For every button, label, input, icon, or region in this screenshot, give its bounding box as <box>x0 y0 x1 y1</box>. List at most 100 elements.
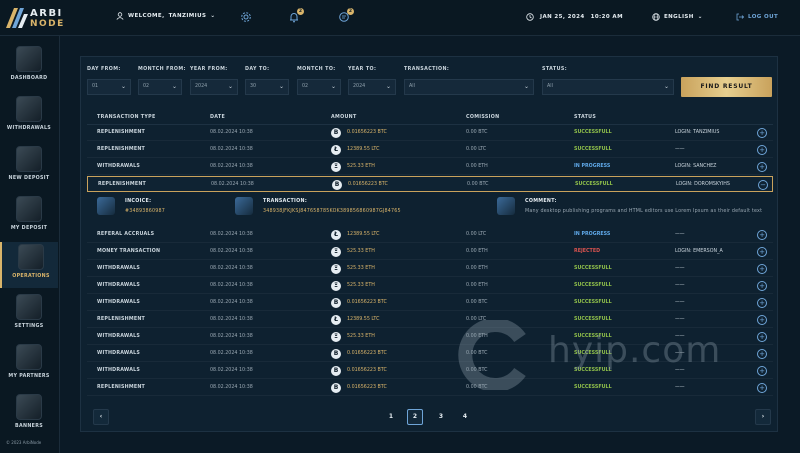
transaction-commission: 0.00 LTC <box>466 147 487 152</box>
status-badge: SUCCESSFULL <box>574 283 612 288</box>
table-row[interactable]: WITHDRAWALS 08.02.2024 10:38 B 0.01656223 B… <box>87 295 773 311</box>
sidebar-item-label: WITHDRAWALS <box>6 126 52 131</box>
transaction-type: REPLENISHMENT <box>97 317 146 322</box>
page-button-1[interactable]: 1 <box>383 409 399 425</box>
year-from-value: 2024 <box>195 84 208 89</box>
collapse-row-button[interactable]: − <box>758 180 768 190</box>
status-badge: IN PROGRESS <box>574 164 611 169</box>
sidebar-item-label: OPERATIONS <box>12 274 50 279</box>
my-deposit-icon <box>16 196 42 222</box>
day-to-select[interactable]: 30 ⌄ <box>245 79 289 95</box>
invoice-value: #34893860987 <box>125 209 165 214</box>
coin-icon: B <box>332 180 342 190</box>
table-row[interactable]: MONEY TRANSACTION 08.02.2024 10:38 Ξ 525.33… <box>87 244 773 260</box>
expand-row-button[interactable]: + <box>757 162 767 172</box>
expand-row-button[interactable]: + <box>757 128 767 138</box>
table-row[interactable]: REPLENISHMENT 08.02.2024 10:38 Ł 12389.55 L… <box>87 142 773 158</box>
invoice-icon <box>97 197 115 215</box>
sidebar-item-operations[interactable]: OPERATIONS <box>0 242 58 288</box>
month-to-select[interactable]: 02 ⌄ <box>297 79 341 95</box>
table-row[interactable]: WITHDRAWALS 08.02.2024 10:38 Ξ 525.33 ETH 0.… <box>87 159 773 175</box>
comment-label: COMMENT: <box>525 199 557 204</box>
new-deposit-icon <box>16 146 42 172</box>
transaction-amount: 525.33 ETH <box>347 266 375 271</box>
header-date: DATE <box>210 115 226 120</box>
sidebar-item-banners[interactable]: BANNERS <box>0 392 58 438</box>
notifications-button[interactable]: 2 <box>288 8 304 23</box>
expand-row-button[interactable]: + <box>757 281 767 291</box>
status-filter-select[interactable]: All ⌄ <box>542 79 674 95</box>
transaction-type: REPLENISHMENT <box>98 182 147 187</box>
page-button-4[interactable]: 4 <box>457 409 473 425</box>
username: TANZIMIUS <box>168 13 207 19</box>
transaction-date: 08.02.2024 10:38 <box>210 283 253 288</box>
filter-bar: DAY FROM: 01 ⌄ MONTCH FROM: 02 ⌄ YEAR FR… <box>87 67 777 97</box>
expand-row-button[interactable]: + <box>757 264 767 274</box>
coin-icon: Ł <box>331 315 341 325</box>
sidebar-item-new-deposit[interactable]: NEW DEPOSIT <box>0 144 58 190</box>
transaction-commission: 0.00 ETH <box>466 164 488 169</box>
transaction-date: 08.02.2024 10:38 <box>210 164 253 169</box>
language-selector[interactable]: ENGLISH ⌄ <box>652 13 703 21</box>
chevron-down-icon: ⌄ <box>663 83 669 90</box>
month-from-select[interactable]: 02 ⌄ <box>138 79 182 95</box>
transaction-detail: INCOICE: #34893860987 TRANSACTION: 34893… <box>87 193 773 227</box>
table-row[interactable]: WITHDRAWALS 08.02.2024 10:38 Ξ 525.33 ETH 0.… <box>87 261 773 277</box>
settings-gear-button[interactable] <box>240 11 252 23</box>
day-from-select[interactable]: 01 ⌄ <box>87 79 131 95</box>
year-to-select[interactable]: 2024 ⌄ <box>348 79 396 95</box>
expand-row-button[interactable]: + <box>757 298 767 308</box>
sidebar-item-label: NEW DEPOSIT <box>8 176 50 181</box>
status-badge: SUCCESSFULL <box>574 130 612 135</box>
user-menu[interactable]: WELCOME, TANZIMIUS ⌄ <box>116 12 215 20</box>
transaction-login: —— <box>675 147 685 152</box>
table-row[interactable]: REFERAL ACCRUALS 08.02.2024 10:38 Ł 12389.5… <box>87 227 773 243</box>
header-commission: COMISSION <box>466 115 500 120</box>
sidebar-item-label: BANNERS <box>15 424 43 429</box>
invoice-label: INCOICE: <box>125 199 152 204</box>
find-result-button[interactable]: FIND RESULT <box>681 77 772 97</box>
expand-row-button[interactable]: + <box>757 145 767 155</box>
table-row[interactable]: REPLENISHMENT 08.02.2024 10:38 B 0.01656223… <box>87 176 773 192</box>
month-to-label: MONTCH TO: <box>297 67 336 72</box>
logout-button[interactable]: LOG OUT <box>736 13 778 21</box>
copyright: © 2023 ArbiNode <box>6 440 42 445</box>
next-page-button[interactable]: › <box>755 409 771 425</box>
transaction-date: 08.02.2024 10:38 <box>210 351 253 356</box>
transaction-filter-value: All <box>409 84 415 89</box>
table-header: TRANSACTION TYPE DATE AMOUNT COMISSION S… <box>87 113 773 125</box>
prev-page-button[interactable]: ‹ <box>93 409 109 425</box>
pagination: ‹ 1 2 3 4 › <box>87 409 773 425</box>
header-amount: AMOUNT <box>331 115 357 120</box>
sidebar-item-my-partners[interactable]: MY PARTNERS <box>0 342 58 388</box>
year-from-select[interactable]: 2024 ⌄ <box>190 79 238 95</box>
banners-icon <box>16 394 42 420</box>
logo[interactable]: ARBI NODE <box>6 6 66 32</box>
table-row[interactable]: REPLENISHMENT 08.02.2024 10:38 B 0.01656223… <box>87 125 773 141</box>
table-row[interactable]: WITHDRAWALS 08.02.2024 10:38 Ξ 525.33 ETH 0.… <box>87 278 773 294</box>
expand-row-button[interactable]: + <box>757 247 767 257</box>
sidebar-item-my-deposit[interactable]: MY DEPOSIT <box>0 194 58 240</box>
day-from-value: 01 <box>92 84 99 89</box>
sidebar-item-settings[interactable]: SETTINGS <box>0 292 58 338</box>
sidebar-item-dashboard[interactable]: DASHBOARD <box>0 44 58 90</box>
page-button-2[interactable]: 2 <box>407 409 423 425</box>
sidebar-item-withdrawals[interactable]: WITHDRAWALS <box>0 94 58 140</box>
transaction-filter-select[interactable]: All ⌄ <box>404 79 534 95</box>
transaction-amount: 0.01656223 BTC <box>347 385 387 390</box>
transaction-label: TRANSACTION: <box>263 199 308 204</box>
transaction-commission: 0.00 LTC <box>466 232 487 237</box>
watermark-logo-icon <box>458 318 526 392</box>
transaction-amount: 0.01656223 BTC <box>347 351 387 356</box>
transaction-commission: 0.00 ETH <box>466 249 488 254</box>
transaction-commission: 0.00 BTC <box>467 182 489 187</box>
sidebar-item-label: MY DEPOSIT <box>10 226 48 231</box>
sidebar-item-label: DASHBOARD <box>10 76 48 81</box>
transaction-login: —— <box>675 283 685 288</box>
expand-row-button[interactable]: + <box>757 230 767 240</box>
page-button-3[interactable]: 3 <box>433 409 449 425</box>
sidebar-item-label: SETTINGS <box>14 324 44 329</box>
messages-button[interactable]: 2 <box>338 8 354 23</box>
transaction-commission: 0.00 ETH <box>466 283 488 288</box>
coin-icon: Ξ <box>331 162 341 172</box>
